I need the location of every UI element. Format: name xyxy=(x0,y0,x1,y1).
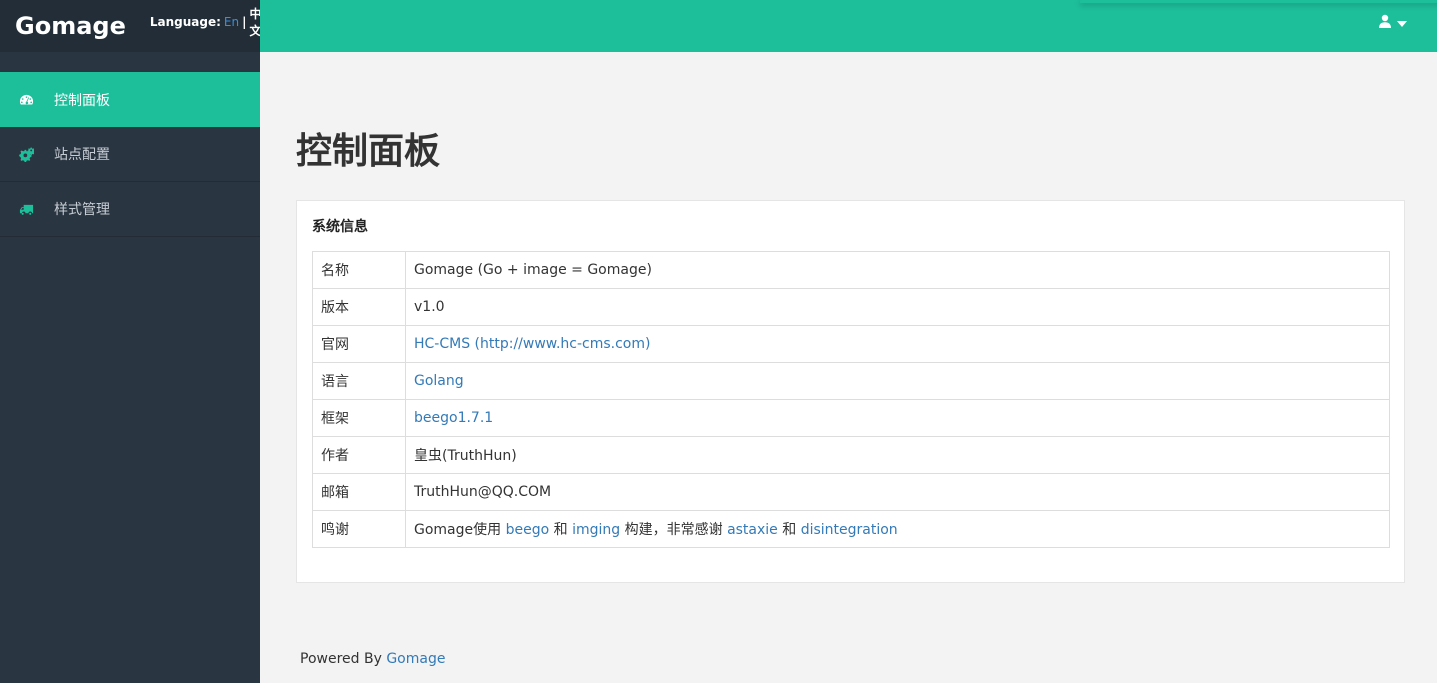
website-link[interactable]: HC-CMS (http://www.hc-cms.com) xyxy=(414,336,650,352)
thanks-text: 和 xyxy=(777,522,801,538)
sidebar-item-dashboard[interactable]: 控制面板 xyxy=(0,72,260,127)
user-icon xyxy=(1379,14,1391,32)
table-row: 版本 v1.0 xyxy=(312,288,1390,326)
sidebar-nav: 控制面板 站点配置 样式管理 xyxy=(0,72,260,237)
sidebar: Gomage Language: En | 中文 控制面板 站点配置 样式管理 xyxy=(0,0,262,683)
brand-bar: Gomage Language: En | 中文 xyxy=(0,0,262,52)
row-key: 作者 xyxy=(312,436,406,474)
row-value: v1.0 xyxy=(405,288,1390,326)
user-menu-button[interactable] xyxy=(1379,14,1407,32)
row-key: 框架 xyxy=(312,399,406,437)
row-key: 版本 xyxy=(312,288,406,326)
footer: Powered By Gomage xyxy=(300,651,445,667)
sidebar-item-label: 样式管理 xyxy=(54,202,110,218)
main-content: 控制面板 系统信息 名称 Gomage (Go + image = Gomage… xyxy=(296,52,1405,583)
caret-down-icon xyxy=(1397,15,1407,31)
row-value: Gomage (Go + image = Gomage) xyxy=(405,251,1390,289)
row-key: 语言 xyxy=(312,362,406,400)
language-en-link[interactable]: En xyxy=(224,15,239,29)
gears-icon xyxy=(18,146,34,162)
system-info-table: 名称 Gomage (Go + image = Gomage) 版本 v1.0 … xyxy=(312,251,1390,548)
row-key: 邮箱 xyxy=(312,473,406,511)
thanks-text: 和 xyxy=(549,522,573,538)
sidebar-item-style-manage[interactable]: 样式管理 xyxy=(0,182,260,237)
row-key: 名称 xyxy=(312,251,406,289)
top-bar-shadow xyxy=(1080,0,1437,3)
footer-text: Powered By xyxy=(300,651,387,667)
system-info-panel: 系统信息 名称 Gomage (Go + image = Gomage) 版本 … xyxy=(296,200,1405,583)
row-value: TruthHun@QQ.COM xyxy=(405,473,1390,511)
beego-link[interactable]: beego xyxy=(506,522,550,538)
table-row: 框架 beego1.7.1 xyxy=(312,399,1390,437)
table-row: 语言 Golang xyxy=(312,362,1390,400)
page-title: 控制面板 xyxy=(296,131,441,172)
sidebar-item-label: 控制面板 xyxy=(54,92,110,109)
sidebar-item-label: 站点配置 xyxy=(54,147,110,163)
top-bar xyxy=(260,0,1437,52)
row-value: 皇虫(TruthHun) xyxy=(405,436,1390,474)
table-row: 邮箱 TruthHun@QQ.COM xyxy=(312,473,1390,511)
row-key: 鸣谢 xyxy=(312,510,406,548)
disintegration-link[interactable]: disintegration xyxy=(801,522,898,538)
golang-link[interactable]: Golang xyxy=(414,373,464,389)
language-separator: | xyxy=(242,15,247,29)
row-value: Gomage使用 beego 和 imging 构建，非常感谢 astaxie … xyxy=(405,510,1390,548)
row-value: Golang xyxy=(405,362,1390,400)
table-row: 名称 Gomage (Go + image = Gomage) xyxy=(312,251,1390,289)
table-row: 官网 HC-CMS (http://www.hc-cms.com) xyxy=(312,325,1390,363)
truck-icon xyxy=(18,201,34,217)
thanks-text: Gomage使用 xyxy=(414,522,506,538)
astaxie-link[interactable]: astaxie xyxy=(727,522,778,538)
panel-title: 系统信息 xyxy=(312,219,368,235)
imging-link[interactable]: imging xyxy=(572,522,620,538)
thanks-text: 构建，非常感谢 xyxy=(620,522,728,538)
row-value: beego1.7.1 xyxy=(405,399,1390,437)
beego-version-link[interactable]: beego1.7.1 xyxy=(414,410,493,426)
footer-gomage-link[interactable]: Gomage xyxy=(386,651,445,667)
dashboard-icon xyxy=(18,92,34,108)
brand-logo[interactable]: Gomage xyxy=(15,12,126,40)
language-label: Language: xyxy=(149,15,221,29)
sidebar-item-site-config[interactable]: 站点配置 xyxy=(0,127,260,182)
row-key: 官网 xyxy=(312,325,406,363)
row-value: HC-CMS (http://www.hc-cms.com) xyxy=(405,325,1390,363)
table-row: 鸣谢 Gomage使用 beego 和 imging 构建，非常感谢 astax… xyxy=(312,510,1390,548)
language-switcher: Language: En | 中文 xyxy=(150,5,262,47)
table-row: 作者 皇虫(TruthHun) xyxy=(312,436,1390,474)
